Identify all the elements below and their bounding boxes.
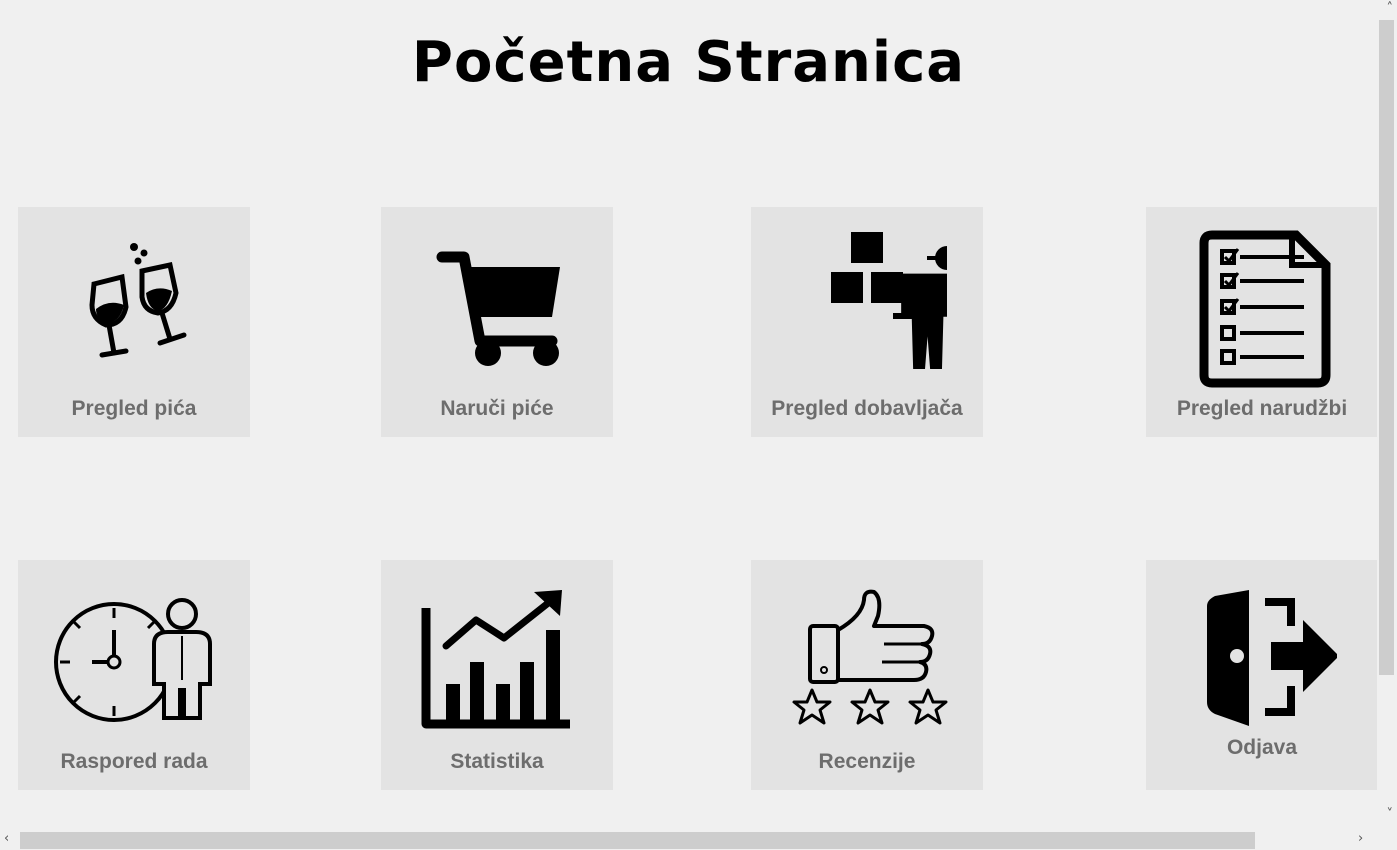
- tile-label: Recenzije: [818, 750, 916, 773]
- tile-naruci-pice[interactable]: Naruči piće: [381, 207, 613, 437]
- vertical-scroll-thumb[interactable]: [1379, 20, 1394, 675]
- chart-trend-icon: [421, 590, 570, 729]
- logout-door-icon: [1207, 590, 1337, 726]
- tile-pregled-narudzbi[interactable]: Pregled narudžbi: [1146, 207, 1378, 437]
- tile-raspored-rada[interactable]: Raspored rada: [18, 560, 250, 790]
- tile-pregled-dobavljaca[interactable]: Pregled dobavljača: [751, 207, 983, 437]
- horizontal-scrollbar[interactable]: ‹ ›: [0, 830, 1377, 850]
- scroll-left-icon[interactable]: ‹: [4, 832, 9, 845]
- scroll-right-icon[interactable]: ›: [1358, 832, 1363, 845]
- scroll-up-icon[interactable]: ˄: [1387, 2, 1394, 15]
- tile-statistika[interactable]: Statistika: [381, 560, 613, 790]
- tile-label: Naruči piće: [440, 397, 554, 420]
- scrollbar-corner: [1377, 830, 1397, 850]
- wine-glasses-icon: [89, 243, 187, 358]
- tile-label: Odjava: [1226, 736, 1298, 759]
- vertical-scrollbar[interactable]: ˄ ˅: [1377, 0, 1397, 830]
- tile-odjava[interactable]: Odjava: [1146, 560, 1378, 790]
- tile-label: Pregled dobavljača: [771, 397, 963, 420]
- page-title: Početna Stranica: [411, 30, 966, 95]
- delivery-worker-icon: [831, 232, 947, 369]
- tile-label: Pregled pića: [71, 397, 197, 420]
- thumbs-up-stars-icon: [792, 589, 948, 725]
- order-checklist-icon: [1199, 230, 1331, 388]
- tile-label: Statistika: [450, 750, 544, 773]
- tile-recenzije[interactable]: Recenzije: [751, 560, 983, 790]
- tile-label: Raspored rada: [60, 750, 208, 773]
- clock-employee-icon: [54, 598, 212, 722]
- tile-pregled-pica[interactable]: Pregled pića: [18, 207, 250, 437]
- scroll-down-icon[interactable]: ˅: [1387, 808, 1394, 821]
- tile-label: Pregled narudžbi: [1176, 397, 1348, 420]
- horizontal-scroll-thumb[interactable]: [20, 832, 1255, 849]
- shopping-cart-icon: [436, 251, 560, 366]
